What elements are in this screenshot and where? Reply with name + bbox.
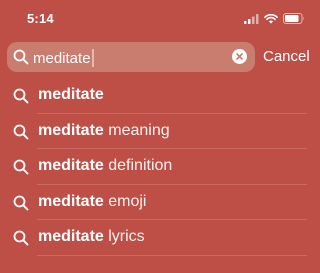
- status-bar: 5:14: [0, 0, 315, 36]
- suggestion-list: meditate meditate meaning meditate defin…: [0, 78, 315, 256]
- suggestion-completion: emoji: [103, 192, 147, 210]
- suggestion-completion: meaning: [103, 121, 170, 139]
- search-field[interactable]: meditate: [7, 42, 255, 72]
- search-input-text[interactable]: meditate: [33, 49, 94, 67]
- suggestion-query: meditate: [38, 121, 104, 139]
- suggestion-query: meditate: [38, 86, 104, 103]
- search-icon: [13, 124, 29, 145]
- battery-icon: [283, 13, 305, 24]
- suggestion-item[interactable]: meditate: [0, 78, 315, 114]
- suggestion-query: meditate: [38, 228, 104, 245]
- suggestion-text: meditate emoji: [38, 193, 146, 211]
- search-icon: [13, 230, 29, 251]
- suggestion-item[interactable]: meditate emoji: [0, 185, 315, 221]
- search-icon: [13, 159, 29, 180]
- search-icon: [13, 49, 29, 70]
- suggestion-completion: definition: [103, 157, 173, 174]
- search-row: meditate Cancel: [0, 39, 315, 75]
- text-cursor: [91, 49, 94, 67]
- suggestion-query: meditate: [38, 192, 104, 210]
- search-input-value: meditate: [33, 50, 91, 67]
- cellular-signal-icon: [244, 13, 259, 24]
- suggestion-text: meditate: [38, 86, 104, 104]
- wifi-icon: [264, 13, 278, 24]
- suggestion-item[interactable]: meditate meaning: [0, 114, 315, 150]
- suggestion-item[interactable]: meditate lyrics: [0, 220, 315, 256]
- status-icons: [244, 13, 305, 24]
- suggestion-query: meditate: [38, 157, 104, 174]
- suggestion-text: meditate meaning: [38, 122, 170, 140]
- status-time: 5:14: [27, 11, 54, 26]
- cancel-button[interactable]: Cancel: [263, 48, 310, 65]
- suggestion-text: meditate definition: [38, 157, 172, 175]
- suggestion-completion: lyrics: [103, 228, 145, 245]
- suggestion-text: meditate lyrics: [38, 228, 145, 246]
- search-icon: [13, 195, 29, 216]
- suggestion-item[interactable]: meditate definition: [0, 149, 315, 185]
- search-icon: [13, 88, 29, 109]
- clear-text-icon[interactable]: [232, 49, 247, 64]
